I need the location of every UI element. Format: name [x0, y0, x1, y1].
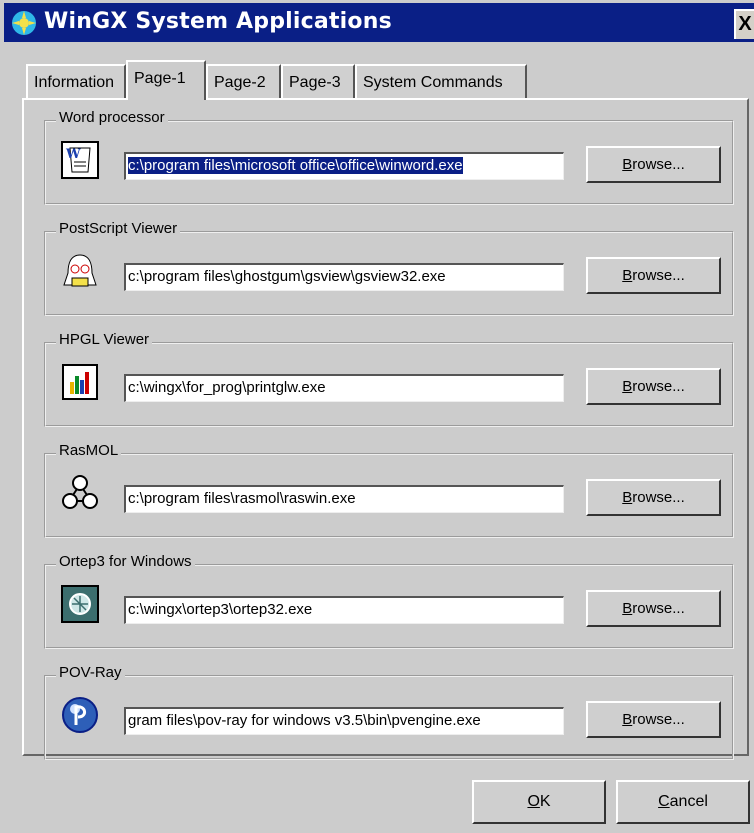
tab-system-commands[interactable]: System Commands [355, 64, 527, 98]
group-hpgl-viewer: HPGL Viewer c:\wingx\for_prog\printglw.e… [44, 331, 734, 427]
browse-button[interactable]: Browse... [586, 590, 721, 627]
browse-button[interactable]: Browse... [586, 146, 721, 183]
hpgl-viewer-path-input[interactable]: c:\wingx\for_prog\printglw.exe [124, 374, 564, 402]
tab-page-1[interactable]: Page-1 [126, 60, 206, 100]
group-rasmol: RasMOL c:\program files\rasmol\raswin.ex… [44, 442, 734, 538]
group-pov-ray: POV-Ray gram files\pov-ray for windows v… [44, 664, 734, 760]
browse-button[interactable]: Browse... [586, 701, 721, 738]
ortep3-path-input[interactable]: c:\wingx\ortep3\ortep32.exe [124, 596, 564, 624]
browse-button[interactable]: Browse... [586, 257, 721, 294]
group-label: Word processor [56, 109, 168, 126]
postscript-viewer-path-input[interactable]: c:\program files\ghostgum\gsview\gsview3… [124, 263, 564, 291]
group-label: RasMOL [56, 442, 122, 459]
ortep-icon [61, 585, 99, 623]
group-label: Ortep3 for Windows [56, 553, 195, 570]
povray-icon [62, 697, 98, 733]
group-postscript-viewer: PostScript Viewer c:\program files\ghost… [44, 220, 734, 316]
ok-button[interactable]: OK [472, 780, 606, 824]
tab-panel-page-1: Word processor W c:\program files\micros… [22, 98, 749, 760]
ghost-icon [63, 254, 97, 287]
browse-button[interactable]: Browse... [586, 368, 721, 405]
browse-button[interactable]: Browse... [586, 479, 721, 516]
tab-page-2[interactable]: Page-2 [206, 64, 281, 98]
word-processor-path-input[interactable]: c:\program files\microsoft office\office… [124, 152, 564, 180]
tab-page-3[interactable]: Page-3 [281, 64, 355, 98]
wingx-app-icon [12, 11, 36, 35]
bar-chart-icon [62, 364, 98, 400]
rasmol-path-input[interactable]: c:\program files\rasmol\raswin.exe [124, 485, 564, 513]
svg-text:W: W [65, 147, 81, 162]
group-label: HPGL Viewer [56, 331, 153, 348]
window-title: WinGX System Applications [44, 9, 392, 34]
group-label: POV-Ray [56, 664, 125, 681]
group-ortep3: Ortep3 for Windows c:\wingx\ortep3\ortep… [44, 553, 734, 649]
dialog-window: WinGX System Applications X Information … [0, 0, 754, 833]
pov-ray-path-input[interactable]: gram files\pov-ray for windows v3.5\bin\… [124, 707, 564, 735]
group-word-processor: Word processor W c:\program files\micros… [44, 109, 734, 205]
word-processor-icon: W [61, 141, 99, 179]
molecule-icon [62, 475, 98, 509]
group-label: PostScript Viewer [56, 220, 181, 237]
cancel-button[interactable]: Cancel [616, 780, 750, 824]
title-bar[interactable]: WinGX System Applications X [4, 3, 754, 42]
tab-information[interactable]: Information [26, 64, 126, 98]
close-button[interactable]: X [734, 9, 754, 39]
